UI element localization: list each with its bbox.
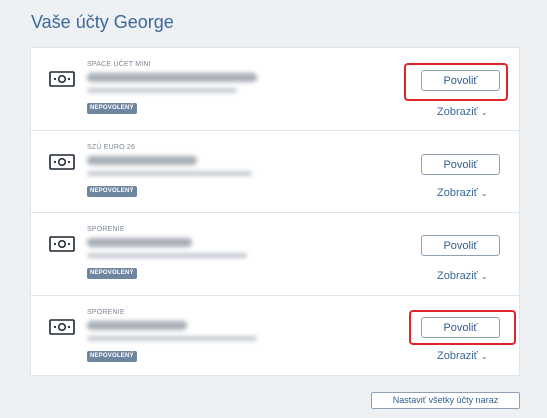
account-type: SPORENIE <box>87 309 125 316</box>
show-link-label: Zobraziť <box>437 187 478 199</box>
allow-button[interactable]: Povoliť <box>421 154 500 175</box>
account-number-redacted <box>87 171 252 176</box>
banknote-icon <box>49 319 75 335</box>
banknote-icon <box>49 236 75 252</box>
highlight-box <box>404 63 508 101</box>
chevron-down-icon: ⌄ <box>480 189 488 198</box>
banknote-icon <box>49 71 75 87</box>
set-all-accounts-button[interactable]: Nastaviť všetky účty naraz <box>371 392 520 409</box>
chevron-down-icon: ⌄ <box>480 272 488 281</box>
show-link-label: Zobraziť <box>437 350 478 362</box>
account-name-redacted <box>87 156 197 165</box>
account-number-redacted <box>87 253 247 258</box>
status-badge: NEPOVOLENÝ <box>87 103 137 114</box>
highlight-box <box>409 310 516 345</box>
account-name-redacted <box>87 321 187 330</box>
account-type: SPACE ÚČET MINI <box>87 61 151 68</box>
status-badge: NEPOVOLENÝ <box>87 268 137 279</box>
account-type: SZÚ EURO 26 <box>87 144 136 151</box>
account-name-redacted <box>87 73 257 82</box>
account-row: SZÚ EURO 26 NEPOVOLENÝ Povoliť Zobraziť ⌄ <box>31 131 519 213</box>
chevron-down-icon: ⌄ <box>480 352 488 361</box>
account-number-redacted <box>87 336 257 341</box>
account-type: SPORENIE <box>87 226 125 233</box>
show-link[interactable]: Zobraziť ⌄ <box>437 187 488 199</box>
show-link[interactable]: Zobraziť ⌄ <box>437 270 488 282</box>
banknote-icon <box>49 154 75 170</box>
page-title: Vaše účty George <box>31 12 174 32</box>
chevron-down-icon: ⌄ <box>480 108 488 117</box>
show-link-label: Zobraziť <box>437 270 478 282</box>
show-link[interactable]: Zobraziť ⌄ <box>437 350 488 362</box>
status-badge: NEPOVOLENÝ <box>87 186 137 197</box>
show-link[interactable]: Zobraziť ⌄ <box>437 106 488 118</box>
status-badge: NEPOVOLENÝ <box>87 351 137 362</box>
account-row: SPORENIE NEPOVOLENÝ Povoliť Zobraziť ⌄ <box>31 213 519 296</box>
account-name-redacted <box>87 238 192 247</box>
allow-button[interactable]: Povoliť <box>421 235 500 256</box>
show-link-label: Zobraziť <box>437 106 478 118</box>
account-number-redacted <box>87 88 237 93</box>
